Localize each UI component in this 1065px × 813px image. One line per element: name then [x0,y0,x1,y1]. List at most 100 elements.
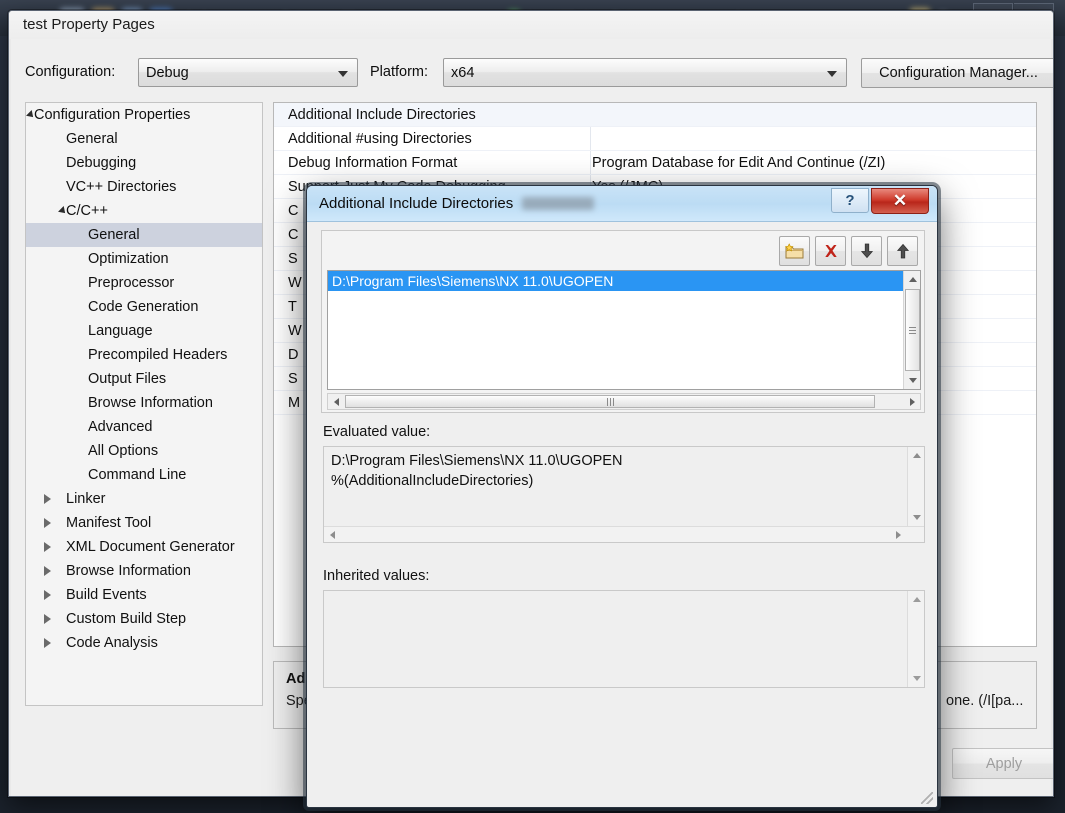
tree-item-language[interactable]: Language [26,319,262,343]
scroll-down-arrow-icon[interactable] [908,509,924,526]
tree-item-all-options[interactable]: All Options [26,439,262,463]
tree-item-code-generation[interactable]: Code Generation [26,295,262,319]
inherited-vertical-scrollbar[interactable] [907,591,924,687]
list-toolbar [779,236,918,266]
listbox-vertical-scrollbar[interactable] [903,271,920,389]
scroll-up-arrow-icon[interactable] [908,447,924,464]
dialog-title-ghost-blob [522,197,594,210]
delete-button[interactable] [815,236,846,266]
page-title: test Property Pages [23,16,155,33]
grid-property-name: Additional #using Directories [288,131,472,147]
tree-item-general[interactable]: General [26,127,262,151]
grid-row[interactable]: Additional #using Directories [274,127,1036,151]
tree-item-browse-information[interactable]: Browse Information [26,391,262,415]
twisty-collapsed-icon[interactable] [44,614,51,624]
tree-item-configuration-properties[interactable]: Configuration Properties [26,103,262,127]
evaluated-value-pane[interactable]: D:\Program Files\Siemens\NX 11.0\UGOPEN … [323,446,925,543]
grid-property-name: C [288,203,299,219]
delete-red-x-icon [824,245,837,257]
inherited-values-pane[interactable] [323,590,925,688]
move-up-button[interactable] [887,236,918,266]
tree-item-command-line[interactable]: Command Line [26,463,262,487]
chevron-down-icon [338,71,348,77]
list-item[interactable]: D:\Program Files\Siemens\NX 11.0\UGOPEN [328,271,903,291]
new-folder-button[interactable] [779,236,810,266]
tree-item-label: Preprocessor [88,275,175,291]
tree-item-optimization[interactable]: Optimization [26,247,262,271]
horizontal-scroll-thumb[interactable] [345,395,875,408]
twisty-collapsed-icon[interactable] [44,590,51,600]
tree-item-custom-build-step[interactable]: Custom Build Step [26,607,262,631]
include-directories-listbox[interactable]: D:\Program Files\Siemens\NX 11.0\UGOPEN [327,270,921,390]
grid-property-name: W [288,275,302,291]
grid-row[interactable]: Debug Information Format Program Database… [274,151,1036,175]
arrow-up-icon [896,243,909,259]
configuration-manager-button[interactable]: Configuration Manager... [861,58,1053,88]
scroll-down-arrow-icon[interactable] [908,670,924,687]
twisty-collapsed-icon[interactable] [44,542,51,552]
scroll-up-arrow-icon[interactable] [908,591,924,608]
additional-include-directories-dialog: Additional Include Directories ? ✕ D:\Pr… [306,185,938,808]
tree-item-label: General [66,131,118,147]
tree-item-linker[interactable]: Linker [26,487,262,511]
twisty-collapsed-icon[interactable] [44,638,51,648]
tree-item-label: VC++ Directories [66,179,177,195]
evaluated-line: D:\Program Files\Siemens\NX 11.0\UGOPEN [331,453,623,469]
configuration-label: Configuration: [25,64,116,80]
property-pages-titlebar[interactable]: test Property Pages [9,11,1053,39]
tree-item-browse-information[interactable]: Browse Information [26,559,262,583]
tree-item-label: Code Generation [88,299,199,315]
tree-item-label: Configuration Properties [34,107,191,123]
listbox-horizontal-scrollbar[interactable] [327,393,921,410]
grid-property-name: T [288,299,297,315]
tree-item-code-analysis[interactable]: Code Analysis [26,631,262,655]
tree-item-label: All Options [88,443,159,459]
twisty-collapsed-icon[interactable] [44,494,51,504]
scroll-right-arrow-icon[interactable] [904,394,920,409]
tree-item-xml-document-generator[interactable]: XML Document Generator [26,535,262,559]
grid-row[interactable]: Additional Include Directories [274,103,1036,127]
tree-item-general[interactable]: General [26,223,262,247]
tree-item-label: Build Events [66,587,147,603]
tree-item-label: C/C++ [66,203,108,219]
inherited-values-label: Inherited values: [323,568,430,584]
scroll-right-arrow-icon[interactable] [890,527,906,542]
new-folder-icon [785,242,804,258]
scroll-down-arrow-icon[interactable] [904,372,920,389]
configuration-tree[interactable]: Configuration Properties General Debugging… [25,102,263,706]
tree-item-vc-directories[interactable]: VC++ Directories [26,175,262,199]
scroll-left-arrow-icon[interactable] [328,394,344,409]
evaluated-line: %(AdditionalIncludeDirectories) [331,473,534,489]
dialog-titlebar[interactable]: Additional Include Directories ? ✕ [307,186,937,222]
twisty-collapsed-icon[interactable] [44,518,51,528]
vertical-scroll-thumb[interactable] [905,289,920,371]
platform-combobox[interactable]: x64 [443,58,847,87]
resize-grip-icon[interactable] [921,792,933,804]
tree-item-build-events[interactable]: Build Events [26,583,262,607]
scroll-left-arrow-icon[interactable] [324,527,340,542]
dialog-close-button[interactable]: ✕ [871,188,929,214]
tree-item-c-c[interactable]: C/C++ [26,199,262,223]
tree-item-debugging[interactable]: Debugging [26,151,262,175]
configuration-value: Debug [146,64,189,81]
configuration-row: Configuration: Debug Platform: x64 Confi… [25,58,1053,88]
tree-item-precompiled-headers[interactable]: Precompiled Headers [26,343,262,367]
scroll-thumb-grip-icon [906,290,919,370]
evaluated-horizontal-scrollbar[interactable] [324,526,924,542]
tree-item-advanced[interactable]: Advanced [26,415,262,439]
configuration-combobox[interactable]: Debug [138,58,358,87]
platform-label: Platform: [370,64,429,80]
scroll-up-arrow-icon[interactable] [904,271,920,288]
dialog-help-button[interactable]: ? [831,188,869,213]
tree-item-label: Custom Build Step [66,611,187,627]
tree-item-manifest-tool[interactable]: Manifest Tool [26,511,262,535]
arrow-down-icon [860,243,873,259]
tree-item-preprocessor[interactable]: Preprocessor [26,271,262,295]
grid-property-name: Additional Include Directories [288,107,476,123]
move-down-button[interactable] [851,236,882,266]
tree-item-output-files[interactable]: Output Files [26,367,262,391]
twisty-collapsed-icon[interactable] [44,566,51,576]
evaluated-vertical-scrollbar[interactable] [907,447,924,526]
apply-button[interactable]: Apply [952,748,1053,779]
platform-value: x64 [451,64,475,81]
